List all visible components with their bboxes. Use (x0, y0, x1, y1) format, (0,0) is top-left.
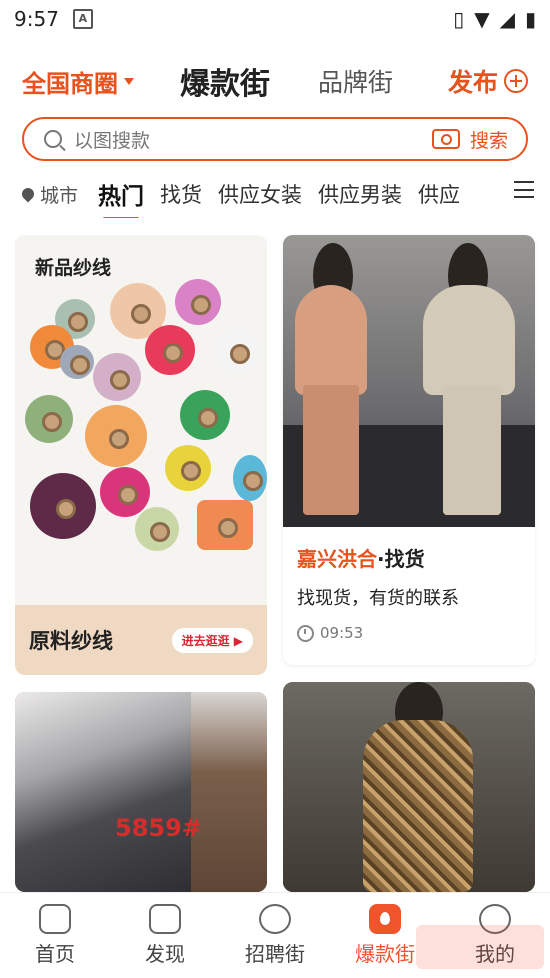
yarn-spool (93, 353, 141, 401)
post-shop[interactable]: 嘉兴洪合 (297, 547, 377, 571)
publish-button[interactable]: 发布 (448, 63, 528, 99)
discover-icon (149, 904, 181, 934)
home-icon (39, 904, 71, 934)
nav-discover-label: 发现 (145, 942, 185, 966)
tab-hot-street[interactable]: 爆款街 (180, 59, 270, 103)
post-time: 09:53 (297, 624, 521, 642)
post-price-tag: 5859# (115, 814, 202, 842)
post-image (283, 235, 535, 527)
nav-home-label: 首页 (35, 942, 75, 966)
plus-circle-icon (504, 69, 528, 93)
ad-enter-button[interactable]: 进去逛逛 ▶ (171, 627, 253, 653)
signal-icon: ◢ (499, 7, 515, 31)
post-image-secondary (191, 692, 267, 892)
photo-figure-top (423, 285, 515, 395)
region-label: 全国商圈 (22, 69, 118, 98)
top-nav: 全国商圈 爆款街 品牌街 发布 (0, 55, 550, 107)
search-bar[interactable]: 以图搜款 搜索 (22, 117, 528, 161)
nav-home[interactable]: 首页 (0, 893, 110, 978)
post-body: 嘉兴洪合·找货 找现货，有货的联系 09:53 (297, 543, 521, 642)
category-fade (470, 170, 550, 218)
nav-recruit-label: 招聘街 (245, 942, 305, 966)
yarn-spool (30, 473, 96, 539)
category-women[interactable]: 供应女装 (218, 179, 302, 209)
vibrate-icon: ▯ (453, 7, 465, 31)
clock-icon (297, 624, 314, 642)
ad-banner-text: 原料纱线 (29, 629, 113, 653)
yarn-spool (135, 507, 179, 551)
photo-figure-pants (303, 385, 359, 515)
feed-card-post[interactable]: 5859# (15, 692, 267, 892)
search-button[interactable]: 搜索 (470, 126, 508, 153)
search-icon (44, 130, 62, 148)
publish-label: 发布 (447, 68, 498, 97)
ad-title: 新品纱线 (35, 257, 112, 279)
caret-down-icon (124, 77, 134, 85)
photo-figure-pants (443, 385, 501, 515)
photo-figure-dress (363, 720, 473, 892)
yarn-spool (85, 405, 147, 467)
post-type: ·找货 (377, 547, 425, 571)
feed-card-post[interactable] (283, 682, 535, 892)
fire-icon (369, 904, 401, 934)
yarn-spool (25, 395, 73, 443)
yarn-spool (60, 345, 94, 379)
nav-hot-street-label: 爆款街 (355, 942, 415, 966)
yarn-spool (215, 329, 259, 373)
category-hot[interactable]: 热门 (98, 177, 144, 218)
post-image (15, 692, 191, 892)
tab-brand-street[interactable]: 品牌街 (318, 63, 393, 99)
feed-card-ad[interactable]: 新品纱线 原料纱线 进去逛逛 ▶ (15, 235, 267, 675)
recruit-icon (259, 904, 291, 934)
notification-a-icon: A (72, 9, 93, 29)
yarn-spool (175, 279, 221, 325)
category-men[interactable]: 供应男装 (318, 179, 402, 209)
ad-image: 新品纱线 (15, 235, 267, 605)
photo-figure-top (295, 285, 367, 395)
category-find-goods[interactable]: 找货 (160, 179, 202, 209)
city-filter[interactable]: 城市 (40, 181, 78, 208)
search-input[interactable]: 以图搜款 (74, 126, 150, 153)
yarn-spool (233, 455, 267, 501)
nav-discover[interactable]: 发现 (110, 893, 220, 978)
status-bar: 9:57 A ▯ ▼ ◢ ▮ (0, 0, 550, 38)
post-desc: 找现货，有货的联系 (297, 588, 459, 609)
category-bar: 城市 热门 找货 供应女装 供应男装 供应 (0, 170, 550, 218)
yarn-spool (180, 390, 230, 440)
site-watermark-logo (416, 925, 544, 969)
feed-card-post[interactable]: 嘉兴洪合·找货 找现货，有货的联系 09:53 (283, 235, 535, 665)
yarn-spool (165, 445, 211, 491)
battery-icon: ▮ (524, 7, 536, 31)
wifi-icon: ▼ (474, 7, 490, 31)
ad-banner[interactable]: 原料纱线 进去逛逛 ▶ (15, 605, 267, 675)
category-supply[interactable]: 供应 (418, 179, 460, 209)
menu-icon[interactable] (514, 181, 534, 198)
status-time: 9:57 (14, 7, 59, 31)
yarn-spool (145, 325, 195, 375)
post-time-text: 09:53 (320, 624, 364, 642)
camera-icon[interactable] (431, 129, 460, 149)
post-title: 嘉兴洪合·找货 (297, 543, 521, 572)
nav-recruit[interactable]: 招聘街 (220, 893, 330, 978)
location-pin-icon (19, 185, 37, 203)
region-selector[interactable]: 全国商圈 (22, 64, 134, 99)
yarn-spool (100, 467, 150, 517)
yarn-spool (197, 500, 253, 550)
